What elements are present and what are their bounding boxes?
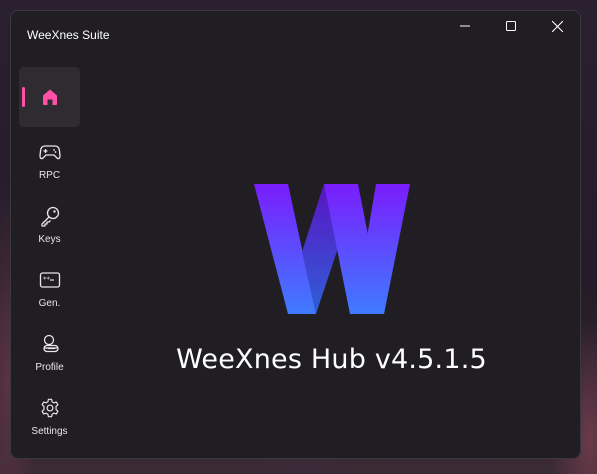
- gear-icon: [39, 397, 61, 419]
- profile-icon: [39, 333, 61, 355]
- sidebar-item-label: Gen.: [38, 298, 61, 309]
- maximize-icon: [506, 21, 516, 31]
- sidebar-item-home[interactable]: [19, 67, 80, 127]
- sidebar-item-rpc[interactable]: RPC: [19, 131, 80, 191]
- sidebar-item-settings[interactable]: Settings: [19, 387, 80, 447]
- maximize-button[interactable]: [488, 11, 534, 41]
- close-button[interactable]: [534, 11, 580, 41]
- svg-text:**: **: [43, 276, 51, 284]
- sidebar-item-label: Settings: [31, 426, 68, 437]
- sidebar-item-label: Keys: [38, 234, 61, 245]
- sidebar-item-keys[interactable]: Keys: [19, 195, 80, 255]
- gamepad-icon: [38, 141, 61, 163]
- password-icon: **: [39, 269, 61, 291]
- weexnes-logo: [254, 184, 410, 314]
- window-controls: [442, 11, 580, 41]
- sidebar-item-label: Profile: [35, 362, 64, 373]
- app-version-title: WeeXnes Hub v4.5.1.5: [176, 344, 487, 375]
- minimize-button[interactable]: [442, 11, 488, 41]
- active-indicator: [22, 87, 25, 107]
- sidebar-item-profile[interactable]: Profile: [19, 323, 80, 383]
- window-title: WeeXnes Suite: [27, 28, 110, 42]
- key-icon: [39, 205, 61, 227]
- minimize-icon: [460, 25, 470, 27]
- close-icon: [551, 20, 563, 32]
- home-icon: [39, 86, 61, 108]
- sidebar-nav: RPC Keys ** Gen. Profile Settings: [19, 67, 80, 451]
- sidebar-item-label: RPC: [38, 170, 61, 181]
- sidebar-item-gen[interactable]: ** Gen.: [19, 259, 80, 319]
- app-window: WeeXnes Suite RPC Keys ** Gen. Profile S…: [10, 10, 581, 459]
